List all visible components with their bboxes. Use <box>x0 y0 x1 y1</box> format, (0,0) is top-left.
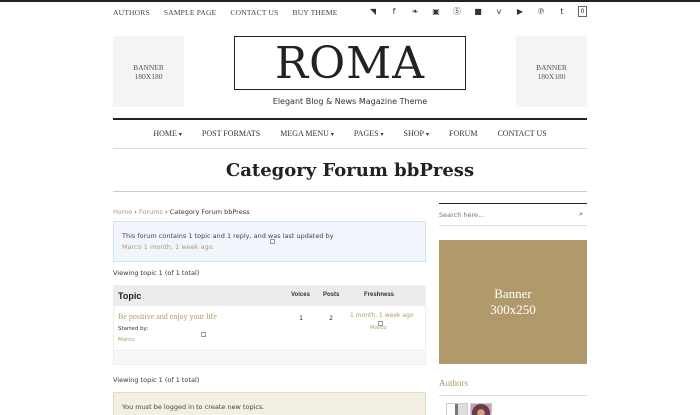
main-nav-top-border <box>113 118 587 120</box>
topics-table: Topic Voices Posts Freshness Be positive… <box>113 285 426 365</box>
top-nav-authors[interactable]: AUTHORS <box>113 8 150 17</box>
vimeo-icon[interactable]: v <box>494 7 504 16</box>
banner-right[interactable]: BANNER 180X180 <box>516 36 587 107</box>
chevron-down-icon: ▾ <box>380 132 384 138</box>
nav-mega-menu-label: MEGA MENU <box>280 129 329 138</box>
cart-icon[interactable]: 0 <box>578 6 587 17</box>
youtube-icon[interactable]: ▶ <box>515 7 525 16</box>
nav-shop-label: SHOP <box>403 129 424 138</box>
topic-title-link[interactable]: Be positive and enjoy your life <box>118 312 217 321</box>
viewing-count-bottom: Viewing topic 1 (of 1 total) <box>113 376 200 384</box>
tumblr-icon[interactable]: t <box>557 7 567 16</box>
notice-author-link[interactable]: Marco <box>122 243 142 251</box>
nav-pages[interactable]: PAGES ▾ <box>344 129 394 138</box>
main-nav-bottom-border <box>113 148 587 149</box>
pinterest-icon[interactable]: ℗ <box>536 7 546 16</box>
topic-author-link[interactable]: Marco <box>118 337 135 343</box>
topic-freshness-link[interactable]: 1 month, 1 week ago <box>350 312 414 319</box>
top-nav-contact-us[interactable]: CONTACT US <box>230 8 278 17</box>
breadcrumb-forums[interactable]: Forums <box>139 208 163 216</box>
top-nav: AUTHORS SAMPLE PAGE CONTACT US BUY THEME <box>113 8 337 17</box>
breadcrumb-separator: › <box>162 208 170 216</box>
site-logo[interactable]: ROMA <box>234 36 466 90</box>
top-border <box>0 0 700 2</box>
nav-home[interactable]: HOME ▾ <box>143 129 192 138</box>
avatar <box>270 239 275 244</box>
header-voices: Voices <box>291 292 310 298</box>
breadcrumb: Home › Forums › Category Forum bbPress <box>113 208 249 216</box>
nav-forum[interactable]: FORUM <box>439 129 487 138</box>
search-icon[interactable]: ⌕ <box>579 210 583 219</box>
author-avatar[interactable] <box>446 403 468 415</box>
facebook-icon[interactable]: f <box>389 7 399 16</box>
chevron-down-icon: ▾ <box>330 132 334 138</box>
chevron-down-icon: ▾ <box>178 132 182 138</box>
nav-post-formats-label: POST FORMATS <box>201 129 261 138</box>
title-divider <box>113 191 587 192</box>
breadcrumb-current: Category Forum bbPress <box>169 208 250 216</box>
topic-voices: 1 <box>299 314 304 322</box>
header-topic: Topic <box>118 291 142 301</box>
skype-icon[interactable]: Ⓢ <box>452 6 462 17</box>
flickr-icon[interactable]: ■ <box>473 7 483 16</box>
breadcrumb-separator: › <box>132 208 139 216</box>
author-avatar[interactable] <box>470 403 492 415</box>
nav-home-label: HOME <box>153 129 177 138</box>
search-input[interactable] <box>439 209 569 221</box>
notice-time: 1 month, 1 week ago. <box>143 243 215 252</box>
nav-forum-label: FORUM <box>449 129 478 138</box>
twitter-icon[interactable]: ❧ <box>410 7 420 16</box>
page-title: Category Forum bbPress <box>225 160 475 181</box>
nav-post-formats[interactable]: POST FORMATS <box>192 129 270 138</box>
banner-left[interactable]: BANNER 180X180 <box>113 36 184 107</box>
ad-banner-300x250[interactable]: Banner 300x250 <box>439 240 587 364</box>
social-icons: ◥ f ❧ ▣ Ⓢ ■ v ▶ ℗ t 0 <box>368 6 587 17</box>
instagram-icon[interactable]: ▣ <box>431 7 441 16</box>
viewing-count-top: Viewing topic 1 (of 1 total) <box>113 269 200 277</box>
table-header: Topic Voices Posts Freshness <box>114 286 425 306</box>
nav-contact-us-label: CONTACT US <box>497 129 547 138</box>
nav-shop[interactable]: SHOP ▾ <box>394 129 439 138</box>
search-widget: ⌕ <box>439 203 587 226</box>
rss-icon[interactable]: ◥ <box>368 7 378 16</box>
header-posts: Posts <box>323 292 340 298</box>
avatar <box>201 332 206 337</box>
authors-divider <box>439 395 587 396</box>
table-row: Be positive and enjoy your life Started … <box>114 306 425 351</box>
site-tagline: Elegant Blog & News Magazine Theme <box>272 97 428 106</box>
nav-pages-label: PAGES <box>353 129 379 138</box>
nav-mega-menu[interactable]: MEGA MENU ▾ <box>270 129 344 138</box>
topic-posts: 2 <box>329 314 334 322</box>
top-nav-sample-page[interactable]: SAMPLE PAGE <box>164 8 217 17</box>
header-freshness: Freshness <box>364 292 395 298</box>
forum-info-notice: This forum contains 1 topic and 1 reply,… <box>113 221 426 262</box>
login-required-notice: You must be logged in to create new topi… <box>113 392 426 415</box>
chevron-down-icon: ▾ <box>425 132 429 138</box>
top-nav-buy-theme[interactable]: BUY THEME <box>293 8 338 17</box>
main-nav: HOME ▾ POST FORMATS MEGA MENU ▾ PAGES ▾ SHO… <box>113 129 587 138</box>
freshness-author-link[interactable]: Marco <box>370 325 387 331</box>
topic-started-by-label: Started by: <box>118 326 149 332</box>
nav-contact-us[interactable]: CONTACT US <box>487 129 556 138</box>
breadcrumb-home[interactable]: Home <box>113 208 132 216</box>
authors-widget-title: Authors <box>439 378 468 388</box>
